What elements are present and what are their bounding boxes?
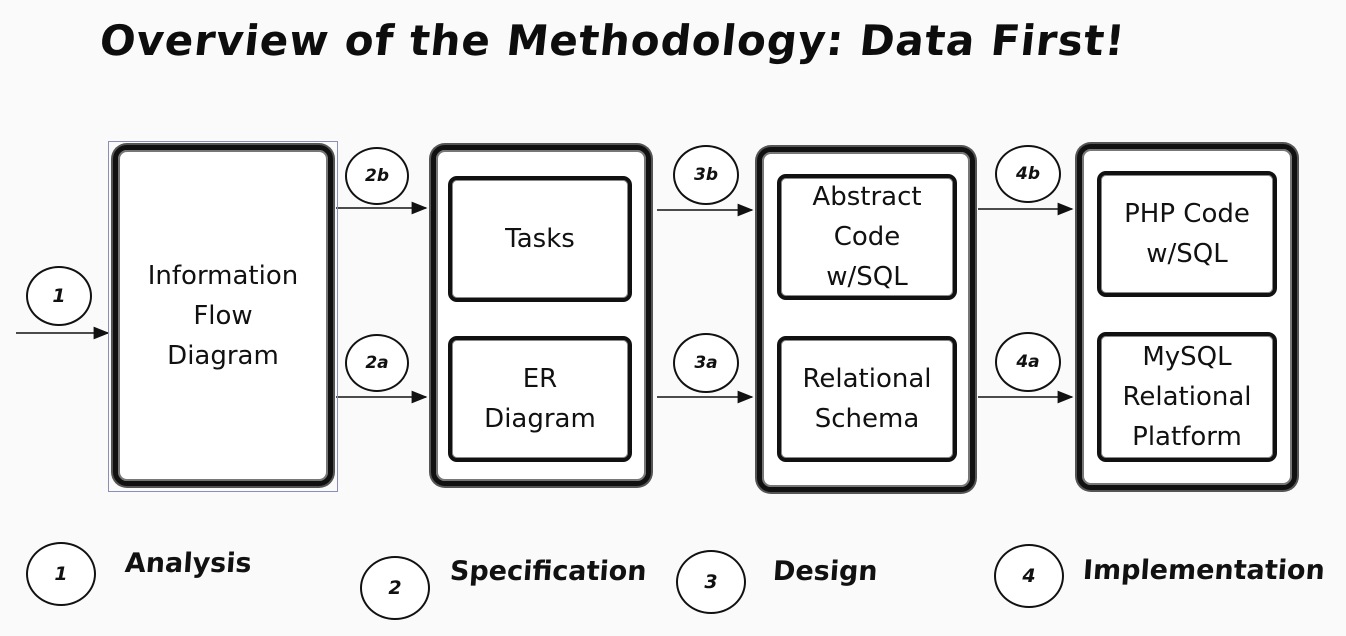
step-marker-3a: 3a bbox=[673, 333, 739, 393]
specification-box: Tasks ER Diagram bbox=[431, 145, 651, 486]
legend-label-design: Design bbox=[771, 556, 879, 587]
step-marker-4a: 4a bbox=[995, 332, 1061, 392]
legend-number-4: 4 bbox=[994, 544, 1064, 608]
information-flow-label: Information Flow Diagram bbox=[147, 260, 299, 371]
step-marker-3b: 3b bbox=[673, 145, 739, 205]
abstract-code-box: Abstract Code w/SQL bbox=[777, 174, 957, 300]
legend-number-2: 2 bbox=[360, 556, 430, 620]
implementation-box: PHP Code w/SQL MySQL Relational Platform bbox=[1077, 144, 1297, 490]
mysql-platform-box: MySQL Relational Platform bbox=[1097, 332, 1277, 462]
legend-number-1: 1 bbox=[26, 542, 96, 606]
step-marker-4b: 4b bbox=[995, 145, 1061, 203]
legend-label-specification: Specification bbox=[448, 556, 648, 587]
step-marker-2b: 2b bbox=[345, 147, 409, 205]
php-code-box: PHP Code w/SQL bbox=[1097, 171, 1277, 297]
tasks-box: Tasks bbox=[448, 176, 632, 302]
design-box: Abstract Code w/SQL Relational Schema bbox=[757, 147, 975, 492]
step-marker-1: 1 bbox=[26, 266, 92, 326]
information-flow-box: Information Flow Diagram bbox=[113, 145, 333, 486]
er-diagram-box: ER Diagram bbox=[448, 336, 632, 462]
relational-schema-box: Relational Schema bbox=[777, 336, 957, 462]
legend-label-analysis: Analysis bbox=[123, 548, 253, 579]
step-marker-2a: 2a bbox=[345, 334, 409, 392]
legend-label-implementation: Implementation bbox=[1081, 555, 1326, 586]
legend-number-3: 3 bbox=[676, 550, 746, 614]
